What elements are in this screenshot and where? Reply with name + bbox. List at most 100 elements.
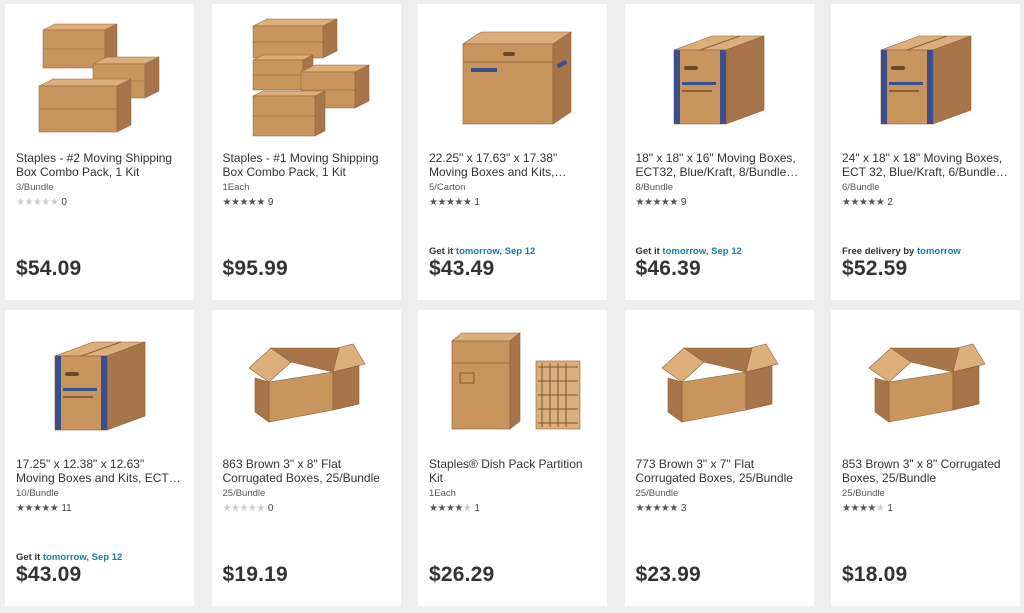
rating-stars: ★ ★ ★ ★ ★: [223, 503, 266, 514]
product-rating[interactable]: ★ ★ ★ ★ ★ 1: [429, 503, 480, 514]
box-stack-kit-icon[interactable]: [5, 10, 194, 144]
product-title[interactable]: Staples - #1 Moving Shipping Box Combo P…: [223, 151, 391, 179]
product-title[interactable]: 773 Brown 3" x 7" Flat Corrugated Boxes,…: [636, 457, 804, 485]
star-icon: ★: [24, 503, 33, 514]
product-rating[interactable]: ★ ★ ★ ★ ★ 0: [16, 197, 67, 208]
product-card[interactable]: 24" x 18" x 18" Moving Boxes, ECT 32, Bl…: [831, 4, 1020, 300]
delivery-prefix: Get it: [635, 246, 663, 257]
rating-stars: ★ ★ ★ ★ ★: [222, 197, 266, 208]
product-unit: 3/Bundle: [16, 182, 54, 193]
rating-stars: ★ ★ ★ ★ ★: [842, 503, 885, 514]
star-icon: ★: [247, 197, 257, 208]
star-icon: ★: [652, 197, 661, 208]
product-card[interactable]: Staples® Dish Pack Partition Kit 1Each ★…: [418, 310, 607, 606]
star-icon: ★: [858, 503, 868, 514]
rating-stars: ★ ★ ★ ★ ★: [429, 503, 472, 514]
review-count: 2: [887, 197, 893, 208]
star-icon: ★: [643, 503, 653, 514]
product-title[interactable]: Staples - #2 Moving Shipping Box Combo P…: [16, 151, 184, 179]
star-icon: ★: [660, 503, 670, 514]
star-icon: ★: [850, 503, 859, 514]
star-icon: ★: [256, 197, 265, 208]
star-icon: ★: [660, 197, 670, 208]
star-icon: ★: [32, 197, 42, 208]
product-price: $43.09: [16, 563, 82, 586]
product-unit: 25/Bundle: [842, 488, 885, 499]
star-icon: ★: [230, 197, 240, 208]
open-box-icon[interactable]: [212, 316, 401, 450]
product-title[interactable]: 863 Brown 3" x 8" Flat Corrugated Boxes,…: [223, 457, 391, 485]
star-icon: ★: [867, 197, 876, 208]
product-title[interactable]: Staples® Dish Pack Partition Kit: [429, 457, 597, 485]
star-icon: ★: [24, 197, 33, 208]
delivery-info: Get it tomorrow, Sep 12: [429, 246, 535, 257]
open-box-icon[interactable]: [831, 316, 1020, 450]
star-icon: ★: [41, 503, 50, 514]
product-title[interactable]: 853 Brown 3" x 8" Corrugated Boxes, 25/B…: [842, 457, 1010, 485]
star-icon: ★: [669, 503, 678, 514]
delivery-date: tomorrow, Sep 12: [662, 246, 742, 257]
box-stack-kit-icon[interactable]: [212, 10, 401, 144]
product-unit: 8/Bundle: [635, 182, 674, 193]
product-price: $26.29: [429, 563, 495, 586]
star-icon: ★: [643, 197, 653, 208]
star-icon: ★: [858, 197, 868, 208]
product-title[interactable]: 17.25" x 12.38" x 12.63" Moving Boxes an…: [16, 457, 184, 485]
blue-trim-box-icon[interactable]: [5, 316, 194, 450]
product-rating[interactable]: ★ ★ ★ ★ ★ 9: [636, 197, 687, 208]
product-card[interactable]: 853 Brown 3" x 8" Corrugated Boxes, 25/B…: [831, 310, 1020, 606]
star-icon: ★: [669, 197, 678, 208]
delivery-date: tomorrow, Sep 12: [455, 246, 536, 257]
delivery-info: Free delivery by tomorrow: [842, 246, 961, 257]
star-icon: ★: [222, 197, 232, 208]
dish-pack-partition-icon[interactable]: [418, 316, 607, 450]
product-rating[interactable]: ★ ★ ★ ★ ★ 1: [429, 197, 480, 208]
product-rating[interactable]: ★ ★ ★ ★ ★ 2: [842, 197, 893, 208]
product-unit: 10/Bundle: [16, 488, 59, 499]
product-rating[interactable]: ★ ★ ★ ★ ★ 1: [842, 503, 893, 514]
product-rating[interactable]: ★ ★ ★ ★ ★ 9: [223, 197, 274, 208]
star-icon: ★: [256, 503, 265, 514]
product-card[interactable]: 863 Brown 3" x 8" Flat Corrugated Boxes,…: [211, 310, 401, 606]
star-icon: ★: [454, 197, 463, 208]
lidded-box-icon[interactable]: [418, 10, 607, 144]
rating-stars: ★ ★ ★ ★ ★: [16, 503, 59, 514]
rating-stars: ★ ★ ★ ★ ★: [842, 197, 885, 208]
blue-trim-box-icon[interactable]: [831, 10, 1020, 144]
review-count: 0: [61, 197, 67, 208]
product-card[interactable]: 18" x 18" x 16" Moving Boxes, ECT32, Blu…: [624, 4, 814, 300]
open-box-icon[interactable]: [625, 316, 814, 450]
star-icon: ★: [454, 503, 463, 514]
star-icon: ★: [239, 197, 248, 208]
product-rating[interactable]: ★ ★ ★ ★ ★ 11: [16, 503, 72, 514]
product-title[interactable]: 22.25" x 17.63" x 17.38" Moving Boxes an…: [429, 151, 597, 179]
product-title[interactable]: 24" x 18" x 18" Moving Boxes, ECT 32, Bl…: [842, 151, 1010, 179]
blue-trim-box-icon[interactable]: [625, 10, 814, 144]
star-icon: ★: [247, 503, 257, 514]
product-card[interactable]: 773 Brown 3" x 7" Flat Corrugated Boxes,…: [624, 310, 814, 606]
rating-stars: ★ ★ ★ ★ ★: [636, 197, 679, 208]
product-price: $43.49: [429, 257, 495, 280]
rating-stars: ★ ★ ★ ★ ★: [16, 197, 59, 208]
product-title[interactable]: 18" x 18" x 16" Moving Boxes, ECT32, Blu…: [636, 151, 804, 179]
review-count: 9: [680, 197, 687, 208]
star-icon: ★: [437, 197, 446, 208]
star-icon: ★: [239, 503, 248, 514]
product-card[interactable]: Staples - #1 Moving Shipping Box Combo P…: [211, 4, 401, 300]
delivery-prefix: Free delivery by: [842, 246, 917, 257]
star-icon: ★: [635, 503, 645, 514]
delivery-date: tomorrow: [916, 246, 961, 257]
review-count: 3: [680, 503, 687, 514]
product-unit: 6/Bundle: [842, 182, 880, 193]
product-card[interactable]: Staples - #2 Moving Shipping Box Combo P…: [5, 4, 194, 300]
product-rating[interactable]: ★ ★ ★ ★ ★ 3: [636, 503, 687, 514]
product-card[interactable]: 17.25" x 12.38" x 12.63" Moving Boxes an…: [5, 310, 194, 606]
product-unit: 1Each: [222, 182, 250, 193]
product-unit: 25/Bundle: [222, 488, 266, 499]
product-card[interactable]: 22.25" x 17.63" x 17.38" Moving Boxes an…: [418, 4, 607, 300]
delivery-prefix: Get it: [429, 246, 456, 257]
star-icon: ★: [16, 197, 25, 208]
product-rating[interactable]: ★ ★ ★ ★ ★ 0: [223, 503, 274, 514]
star-icon: ★: [867, 503, 876, 514]
review-count: 1: [887, 503, 893, 514]
